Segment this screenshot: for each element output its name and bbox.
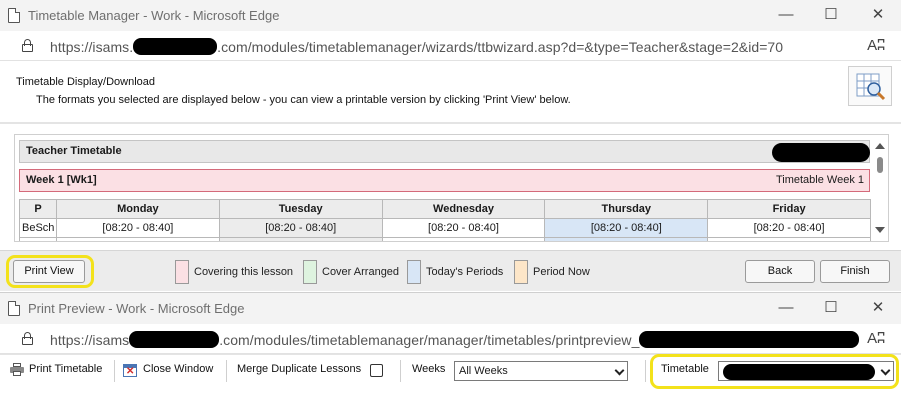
- close-window-icon[interactable]: ✕: [123, 364, 137, 377]
- print-toolbar: Print Timetable ✕ Close Window Merge Dup…: [0, 354, 901, 389]
- legend-item: Covering this lesson: [175, 260, 293, 284]
- timetable-manager-window: Timetable Manager - Work - Microsoft Edg…: [0, 0, 901, 291]
- url-text[interactable]: https://isams. .com/modules/timetablemana…: [50, 38, 783, 55]
- lock-icon[interactable]: [22, 39, 33, 52]
- weeks-select[interactable]: All Weeks: [454, 361, 628, 381]
- week-right-label: Timetable Week 1: [775, 174, 864, 186]
- print-timetable-button[interactable]: Print Timetable: [29, 363, 102, 375]
- url-suffix: .com/modules/timetablemanager/wizards/tt…: [217, 39, 784, 55]
- redaction-bar: [133, 38, 218, 55]
- minimize-button[interactable]: —: [774, 4, 798, 26]
- scroll-thumb[interactable]: [877, 157, 883, 173]
- legend-swatch: [514, 260, 528, 284]
- column-header: Monday: [56, 199, 220, 219]
- highlight-annotation: [650, 354, 899, 389]
- legend-item: Today's Periods: [407, 260, 503, 284]
- scroll-down-icon[interactable]: [875, 227, 885, 233]
- lock-icon[interactable]: [22, 332, 33, 345]
- redaction-bar: [772, 143, 870, 162]
- column-header: Thursday: [544, 199, 709, 219]
- redaction-bar: [129, 331, 220, 348]
- weeks-label: Weeks: [412, 363, 446, 375]
- legend-item: Cover Arranged: [303, 260, 399, 284]
- legend-item: Period Now: [514, 260, 590, 284]
- toolbar-separator: [400, 360, 401, 382]
- close-window-button[interactable]: ✕: [866, 4, 890, 26]
- lesson-cell[interactable]: [08:20 - 08:40]: [707, 218, 871, 238]
- timetable-heading: Teacher Timetable: [26, 145, 122, 157]
- legend-label: Covering this lesson: [194, 266, 294, 278]
- maximize-button[interactable]: ☐: [819, 297, 843, 319]
- url-prefix: https://isams: [50, 332, 130, 348]
- legend-swatch: [175, 260, 189, 284]
- wizard-footer: Print View Covering this lesson Cover Ar…: [0, 250, 901, 291]
- lesson-cell[interactable]: [08:20 - 08:40]: [56, 218, 220, 238]
- timetable-heading-bar: Teacher Timetable: [19, 140, 870, 163]
- header-divider: [0, 122, 901, 124]
- table-row: [19, 237, 871, 241]
- page-icon: [8, 301, 20, 316]
- legend-label: Today's Periods: [426, 266, 504, 278]
- read-aloud-icon[interactable]: Aʭ: [867, 37, 885, 54]
- window-title: Timetable Manager - Work - Microsoft Edg…: [28, 8, 280, 23]
- window-title: Print Preview - Work - Microsoft Edge: [28, 301, 245, 316]
- weeks-select-value: All Weeks: [459, 365, 508, 377]
- timetable-header-row: P Monday Tuesday Wednesday Thursday Frid…: [19, 199, 871, 219]
- url-prefix: https://isams.: [50, 39, 134, 55]
- url-text[interactable]: https://isams .com/modules/timetablemanag…: [50, 331, 860, 348]
- url-suffix: .com/modules/timetablemanager/manager/ti…: [219, 332, 640, 348]
- print-preview-window: Print Preview - Work - Microsoft Edge — …: [0, 292, 901, 399]
- merge-duplicate-label: Merge Duplicate Lessons: [237, 363, 362, 375]
- column-header: Friday: [707, 199, 871, 219]
- week-banner: Week 1 [Wk1] Timetable Week 1: [19, 169, 870, 192]
- print-view-button[interactable]: Print View: [13, 260, 85, 283]
- chevron-down-icon: [614, 365, 625, 376]
- maximize-button[interactable]: ☐: [819, 4, 843, 26]
- legend-swatch: [407, 260, 421, 284]
- table-row: BeSch [08:20 - 08:40] [08:20 - 08:40] [0…: [19, 218, 871, 238]
- minimize-button[interactable]: —: [774, 297, 798, 319]
- finish-button[interactable]: Finish: [820, 260, 890, 283]
- timetable-search-icon: [848, 66, 892, 106]
- window-titlebar: Print Preview - Work - Microsoft Edge — …: [0, 293, 901, 324]
- read-aloud-icon[interactable]: Aʭ: [867, 330, 885, 347]
- timetable-viewer: Teacher Timetable Week 1 [Wk1] Timetable…: [14, 134, 889, 242]
- legend-label: Period Now: [533, 266, 590, 278]
- legend-label: Cover Arranged: [322, 266, 400, 278]
- column-header: P: [19, 199, 57, 219]
- close-window-button[interactable]: ✕: [866, 297, 890, 319]
- lesson-cell[interactable]: [08:20 - 08:40]: [544, 218, 709, 238]
- scroll-up-icon[interactable]: [875, 143, 885, 149]
- timetable-grid: P Monday Tuesday Wednesday Thursday Frid…: [19, 199, 871, 241]
- redaction-bar: [639, 331, 860, 348]
- toolbar-separator: [645, 360, 646, 382]
- close-window-toolbar-button[interactable]: Close Window: [143, 363, 213, 375]
- window-titlebar: Timetable Manager - Work - Microsoft Edg…: [0, 0, 901, 31]
- toolbar-separator: [114, 360, 115, 382]
- column-header: Wednesday: [381, 199, 546, 219]
- page-subtitle: The formats you selected are displayed b…: [36, 94, 571, 106]
- address-bar[interactable]: https://isams .com/modules/timetablemanag…: [0, 324, 901, 354]
- legend-swatch: [303, 260, 317, 284]
- column-header: Tuesday: [218, 199, 383, 219]
- week-label: Week 1 [Wk1]: [26, 174, 97, 186]
- page-title: Timetable Display/Download: [16, 76, 155, 88]
- page-icon: [8, 8, 20, 23]
- address-bar[interactable]: https://isams. .com/modules/timetablemana…: [0, 31, 901, 61]
- wizard-header: Timetable Display/Download The formats y…: [0, 62, 901, 122]
- period-cell: BeSch: [19, 218, 57, 238]
- vertical-scrollbar[interactable]: [874, 139, 886, 237]
- lesson-cell[interactable]: [08:20 - 08:40]: [218, 218, 383, 238]
- printer-icon[interactable]: [10, 363, 24, 376]
- toolbar-separator: [226, 360, 227, 382]
- merge-duplicate-checkbox[interactable]: [370, 364, 383, 377]
- lesson-cell[interactable]: [08:20 - 08:40]: [381, 218, 546, 238]
- back-button[interactable]: Back: [745, 260, 815, 283]
